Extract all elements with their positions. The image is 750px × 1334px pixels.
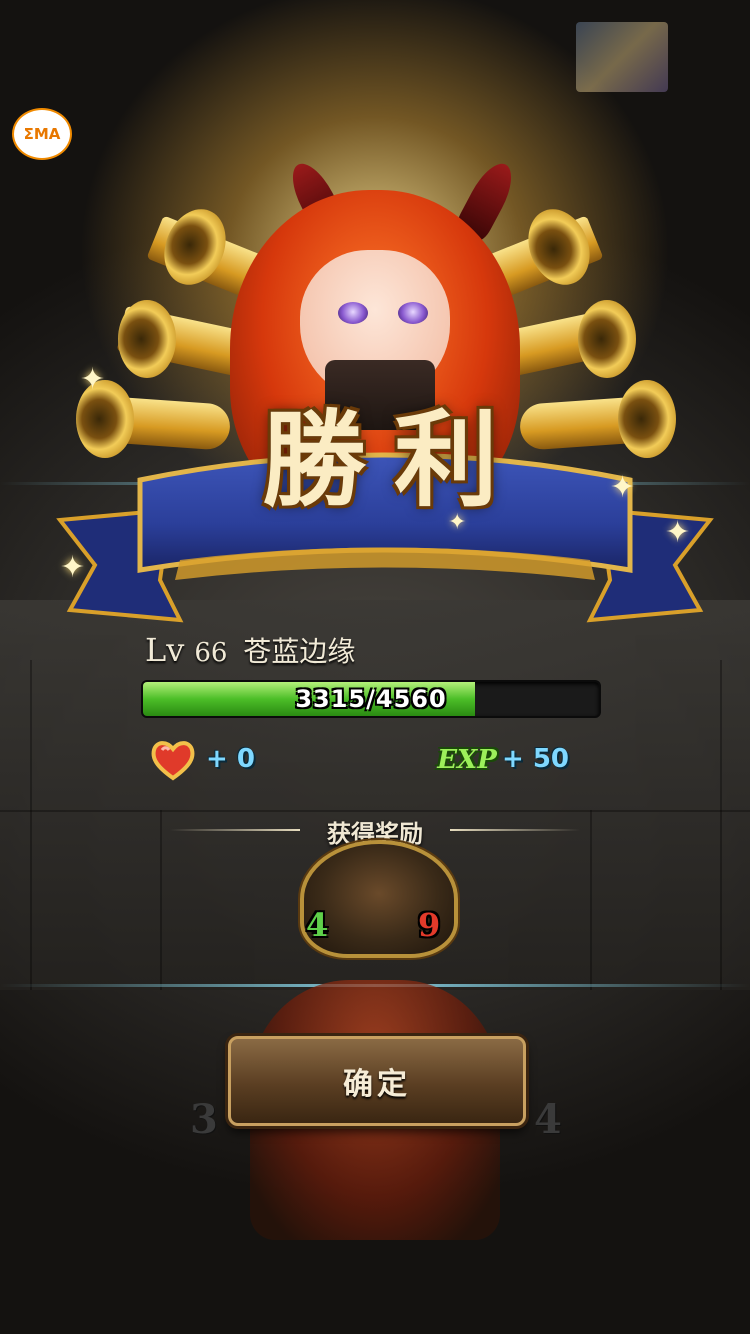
app-emblem-icon[interactable]: ΣMA bbox=[12, 108, 72, 160]
sparkle-icon: ✦ bbox=[80, 362, 106, 397]
victory-title-char-1: 勝 bbox=[261, 397, 366, 521]
victory-title-char-2: 利 bbox=[394, 397, 499, 521]
sparkle-icon: ✦ bbox=[610, 470, 636, 505]
victory-title: 勝 利 bbox=[230, 380, 530, 521]
reward-card-left-stat: 4 bbox=[306, 906, 329, 944]
exp-progress-text: 3315/4560 bbox=[295, 685, 447, 713]
reward-card-right-stat: 9 bbox=[418, 906, 441, 944]
level-label: Lv bbox=[145, 631, 185, 669]
sparkle-icon: ✦ bbox=[448, 510, 467, 535]
exp-icon: EXP bbox=[437, 745, 497, 775]
background-card-left-stat: 3 bbox=[190, 1096, 218, 1143]
affection-bonus: + 0 bbox=[206, 744, 255, 774]
level-value: 66 bbox=[194, 638, 228, 668]
character-name: 苍蓝边缘 bbox=[243, 635, 356, 668]
character-level-row: Lv 66 苍蓝边缘 bbox=[145, 630, 355, 670]
background-card-art bbox=[576, 22, 668, 92]
sparkle-icon: ✦ bbox=[665, 515, 691, 550]
confirm-button[interactable]: 确定 bbox=[228, 1036, 526, 1126]
background-card-right-stat: 4 bbox=[534, 1096, 562, 1143]
exp-progress-bar: 3315/4560 bbox=[141, 680, 601, 718]
sparkle-icon: ✦ bbox=[60, 550, 86, 585]
heart-icon bbox=[151, 741, 195, 781]
exp-bonus: + 50 bbox=[502, 744, 570, 774]
